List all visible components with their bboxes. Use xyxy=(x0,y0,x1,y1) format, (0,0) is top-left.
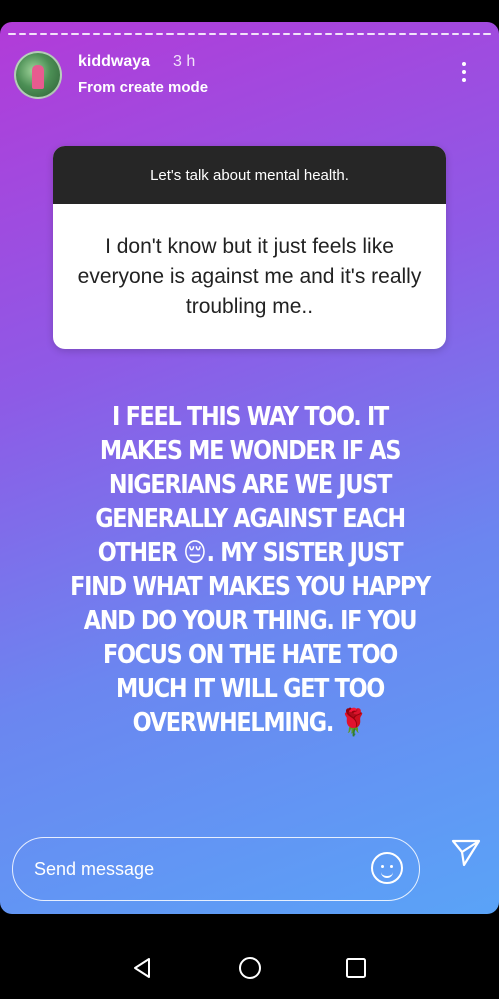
avatar[interactable] xyxy=(14,51,62,99)
send-message-input[interactable]: Send message xyxy=(12,837,420,901)
send-message-placeholder: Send message xyxy=(34,859,155,879)
question-response: I don't know but it just feels like ever… xyxy=(77,234,422,318)
rose-emoji: 🌹 xyxy=(339,708,368,738)
more-vertical-icon[interactable] xyxy=(456,62,472,88)
pensive-face-emoji: 😔 xyxy=(183,538,207,568)
story-view[interactable]: kiddwaya 3 h From create mode Let's talk… xyxy=(0,22,499,914)
question-card: Let's talk about mental health. I don't … xyxy=(53,146,446,349)
answer-text: I FEEL THIS WAY TOO. IT MAKES ME WONDER … xyxy=(69,400,431,740)
answer-part-2: . MY SISTER JUST FIND WHAT MAKES YOU HAP… xyxy=(70,538,431,738)
back-triangle-icon[interactable] xyxy=(130,956,154,980)
story-subtitle[interactable]: From create mode xyxy=(78,79,208,96)
recents-square-icon[interactable] xyxy=(344,956,368,980)
paper-plane-icon[interactable] xyxy=(450,836,482,868)
post-time: 3 h xyxy=(173,53,196,70)
question-prompt: Let's talk about mental health. xyxy=(53,146,446,204)
story-progress-bar xyxy=(8,33,491,36)
home-circle-icon[interactable] xyxy=(238,956,262,980)
system-navigation-bar xyxy=(0,914,499,999)
sticker-smile-icon[interactable] xyxy=(371,852,403,884)
username[interactable]: kiddwaya xyxy=(78,53,150,71)
